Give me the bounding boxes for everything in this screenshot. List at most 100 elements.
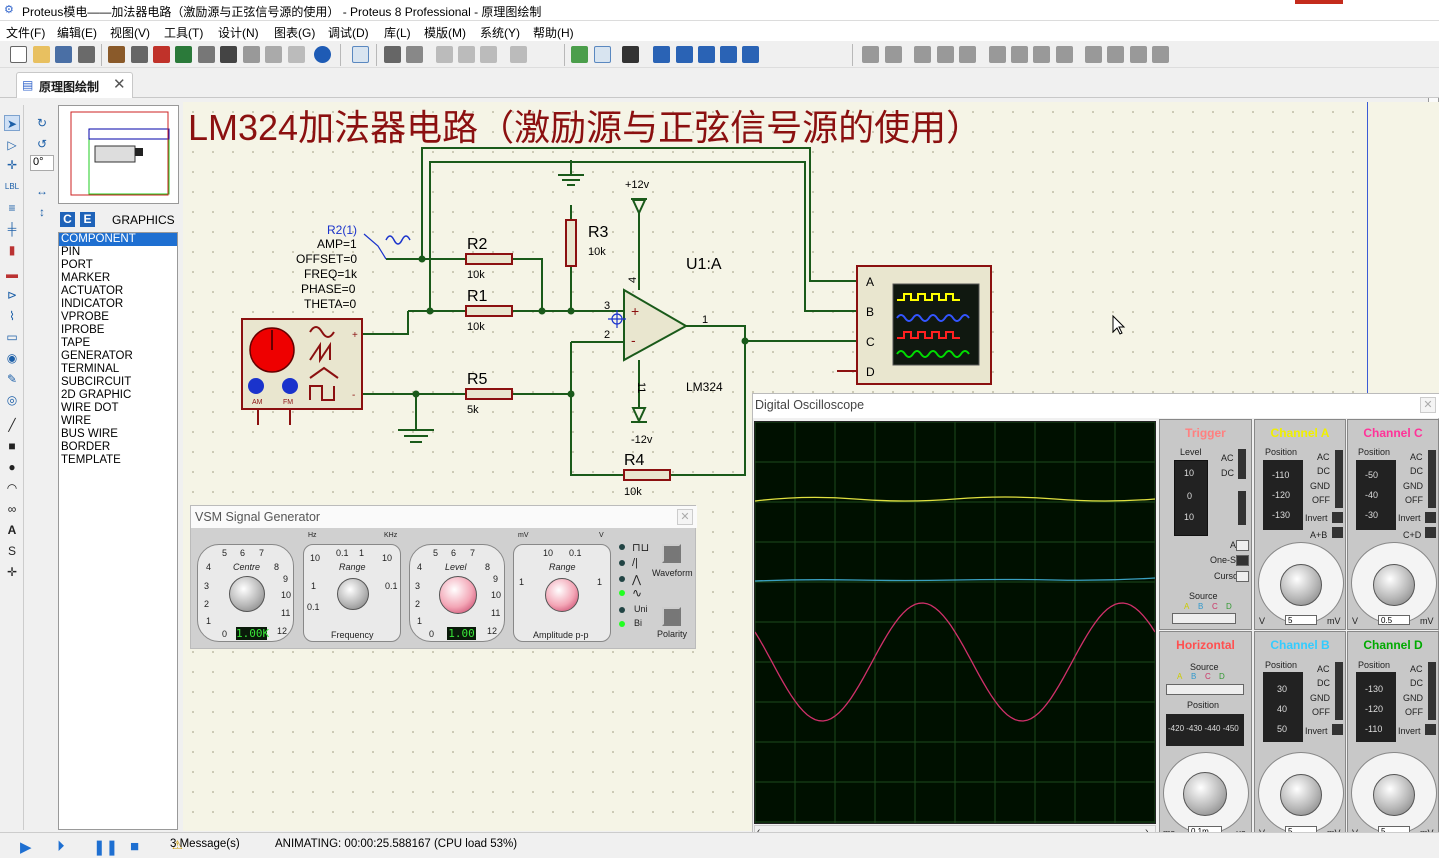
path-icon[interactable]: ∞: [4, 501, 20, 517]
copy-icon[interactable]: [937, 46, 954, 63]
new-file-icon[interactable]: [10, 46, 27, 63]
circle-icon[interactable]: ●: [4, 459, 20, 475]
rotation-angle-field[interactable]: 0°: [30, 155, 54, 171]
list-item-generator[interactable]: GENERATOR: [59, 350, 177, 363]
bus-icon[interactable]: ╪: [4, 221, 20, 237]
list-item-vprobe[interactable]: VPROBE: [59, 311, 177, 324]
waveform-button[interactable]: [662, 544, 681, 563]
cross-probe-icon[interactable]: [352, 46, 369, 63]
text-script-icon[interactable]: ≡: [4, 200, 20, 216]
zoom-out-icon[interactable]: [698, 46, 715, 63]
zoom-area-icon[interactable]: [742, 46, 759, 63]
oscilloscope-header[interactable]: Digital Oscilloscope ✕: [753, 394, 1439, 418]
schematic-icon[interactable]: [131, 46, 148, 63]
cursors-button[interactable]: [1236, 571, 1249, 582]
refresh-icon[interactable]: [571, 46, 588, 63]
channel-d-coupling-switch[interactable]: [1428, 662, 1436, 720]
block-rotate-icon[interactable]: [1033, 46, 1050, 63]
channel-c-add-button[interactable]: [1425, 527, 1436, 538]
block-copy-icon[interactable]: [989, 46, 1006, 63]
3d-icon[interactable]: [175, 46, 192, 63]
decompose-icon[interactable]: [1152, 46, 1169, 63]
list-item-bus-wire[interactable]: BUS WIRE: [59, 428, 177, 441]
block-delete-icon[interactable]: [1056, 46, 1073, 63]
origin-icon[interactable]: [622, 46, 639, 63]
list-item-subcircuit[interactable]: SUBCIRCUIT: [59, 376, 177, 389]
trigger-edge-switch[interactable]: [1238, 491, 1246, 525]
channel-c-invert-button[interactable]: [1425, 512, 1436, 523]
channel-c-scale-knob[interactable]: [1373, 564, 1415, 606]
source-icon[interactable]: [288, 46, 305, 63]
amplitude-range-knob[interactable]: [545, 578, 579, 612]
arc-icon[interactable]: ◠: [4, 480, 20, 496]
generator-icon[interactable]: ◉: [4, 350, 20, 366]
level-knob[interactable]: [439, 576, 477, 614]
overview-window[interactable]: [58, 105, 179, 204]
messages-count[interactable]: 3 Message(s): [170, 838, 240, 850]
subcircuit-icon[interactable]: ▮: [4, 242, 20, 258]
list-item-border[interactable]: BORDER: [59, 441, 177, 454]
make-device-icon[interactable]: [1107, 46, 1124, 63]
open-folder-icon[interactable]: [33, 46, 50, 63]
channel-a-scale-knob[interactable]: [1280, 564, 1322, 606]
trigger-source-slider[interactable]: [1172, 613, 1236, 624]
home-icon[interactable]: [108, 46, 125, 63]
paste-icon[interactable]: [959, 46, 976, 63]
list-item-wire[interactable]: WIRE: [59, 415, 177, 428]
channel-c-coupling-switch[interactable]: [1428, 450, 1436, 508]
channel-d-scale-knob[interactable]: [1373, 774, 1415, 816]
list-item-iprobe[interactable]: IPROBE: [59, 324, 177, 337]
selection-mode-icon[interactable]: ➤: [4, 115, 20, 131]
channel-b-invert-button[interactable]: [1332, 724, 1343, 735]
centre-knob[interactable]: [229, 576, 265, 612]
menu-library[interactable]: 库(L): [384, 24, 411, 41]
mirror-x-icon[interactable]: ↔: [34, 183, 50, 199]
pan-icon[interactable]: [653, 46, 670, 63]
step-icon[interactable]: ⏵: [57, 838, 65, 855]
pick-device-icon[interactable]: [1085, 46, 1102, 63]
binoculars-icon[interactable]: [384, 46, 401, 63]
report-icon[interactable]: [510, 46, 527, 63]
channel-d-invert-button[interactable]: [1425, 724, 1436, 735]
tab-schematic-capture[interactable]: ▤ 原理图绘制 ✕: [16, 72, 133, 98]
signal-generator-close-icon[interactable]: ✕: [677, 509, 693, 525]
timebase-knob[interactable]: [1183, 772, 1227, 816]
channel-a-add-button[interactable]: [1332, 527, 1343, 538]
channel-b-scale-knob[interactable]: [1280, 774, 1322, 816]
list-item-marker[interactable]: MARKER: [59, 272, 177, 285]
library-manager-button[interactable]: E: [80, 212, 95, 227]
remove-sheet-icon[interactable]: [458, 46, 475, 63]
save-icon[interactable]: [55, 46, 72, 63]
pcb-icon[interactable]: [153, 46, 170, 63]
junction-dot-icon[interactable]: ✛: [4, 157, 20, 173]
probe-icon[interactable]: ✎: [4, 371, 20, 387]
symbol-icon[interactable]: S: [4, 543, 20, 559]
add-sheet-icon[interactable]: [436, 46, 453, 63]
redo-icon[interactable]: [885, 46, 902, 63]
menu-system[interactable]: 系统(Y): [480, 24, 520, 41]
block-move-icon[interactable]: [1011, 46, 1028, 63]
one-shot-button[interactable]: [1236, 555, 1249, 566]
marker-icon[interactable]: ✛: [4, 564, 20, 580]
list-item-indicator[interactable]: INDICATOR: [59, 298, 177, 311]
graph-icon[interactable]: ⌇: [4, 308, 20, 324]
menu-graph[interactable]: 图表(G): [274, 24, 315, 41]
tab-close-icon[interactable]: ✕: [113, 75, 126, 93]
menu-view[interactable]: 视图(V): [110, 24, 150, 41]
grid-icon[interactable]: [594, 46, 611, 63]
signal-generator-window[interactable]: VSM Signal Generator ✕ Centre 1.00K 5 6 …: [190, 505, 697, 649]
menu-file[interactable]: 文件(F): [6, 24, 45, 41]
rotate-anticlockwise-icon[interactable]: ↺: [34, 136, 50, 152]
list-item-actuator[interactable]: ACTUATOR: [59, 285, 177, 298]
box-icon[interactable]: ■: [4, 438, 20, 454]
zoom-in-icon[interactable]: [676, 46, 693, 63]
device-pin-icon[interactable]: ⊳: [4, 287, 20, 303]
mirror-y-icon[interactable]: ↕: [34, 204, 50, 220]
menu-debug[interactable]: 调试(D): [328, 24, 369, 41]
menu-tools[interactable]: 工具(T): [164, 24, 203, 41]
packaging-tool-icon[interactable]: [1130, 46, 1147, 63]
text-icon[interactable]: A: [4, 522, 20, 538]
help-icon[interactable]: [314, 46, 331, 63]
list-item-tape[interactable]: TAPE: [59, 337, 177, 350]
menu-help[interactable]: 帮助(H): [533, 24, 574, 41]
